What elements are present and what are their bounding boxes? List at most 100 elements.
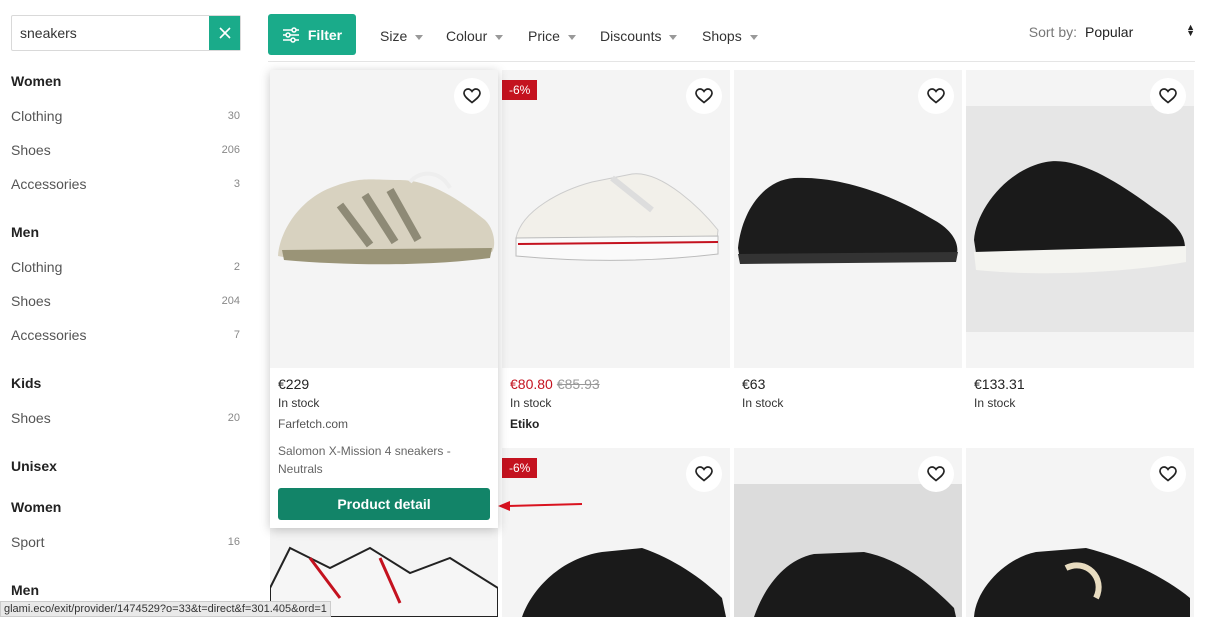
shop-name[interactable]: Farfetch.com bbox=[278, 417, 348, 431]
product-image[interactable] bbox=[734, 70, 962, 368]
discount-badge: -6% bbox=[502, 458, 538, 478]
heart-icon bbox=[695, 466, 713, 482]
sneaker-image bbox=[966, 106, 1194, 332]
stock-status: In stock bbox=[974, 396, 1016, 410]
select-arrows-icon: ▲ ▼ bbox=[1186, 22, 1195, 38]
sidebar-item-women-clothing[interactable]: Clothing 30 bbox=[11, 108, 240, 124]
sneaker-image bbox=[278, 171, 495, 265]
product-card[interactable]: €63 In stock bbox=[734, 70, 962, 440]
sliders-icon bbox=[282, 26, 299, 43]
close-icon bbox=[218, 27, 231, 39]
search-input[interactable] bbox=[12, 16, 209, 50]
product-card[interactable] bbox=[966, 448, 1194, 617]
filter-colour-label: Colour bbox=[446, 28, 488, 44]
category-unisex-men-title[interactable]: Men bbox=[11, 582, 39, 598]
heart-icon bbox=[695, 88, 713, 104]
sidebar-item-unisex-women-sport[interactable]: Sport 16 bbox=[11, 534, 240, 550]
sort-value: Popular bbox=[1085, 24, 1134, 40]
sidebar-item-label: Sport bbox=[11, 534, 45, 550]
filter-button[interactable]: Filter bbox=[268, 14, 356, 55]
filter-size[interactable]: Size bbox=[380, 28, 424, 44]
filter-price[interactable]: Price bbox=[528, 28, 576, 44]
product-image[interactable] bbox=[966, 70, 1194, 368]
product-image[interactable] bbox=[734, 448, 962, 617]
heart-icon bbox=[1159, 466, 1177, 482]
filter-bar: Filter Size Colour Price Discounts Shops… bbox=[268, 0, 1195, 62]
sidebar: Women Clothing 30 Shoes 206 Accessories … bbox=[0, 0, 252, 617]
sidebar-item-label: Shoes bbox=[11, 410, 51, 426]
sidebar-item-men-shoes[interactable]: Shoes 204 bbox=[11, 293, 240, 309]
original-price: €85.93 bbox=[556, 376, 600, 392]
sidebar-item-label: Clothing bbox=[11, 259, 63, 275]
sidebar-item-kids-shoes[interactable]: Shoes 20 bbox=[11, 410, 240, 426]
category-men-title[interactable]: Men bbox=[11, 224, 39, 240]
category-women-title[interactable]: Women bbox=[11, 73, 61, 89]
category-unisex-women-title[interactable]: Women bbox=[11, 499, 61, 515]
sidebar-item-count: 30 bbox=[227, 110, 240, 122]
sidebar-item-men-accessories[interactable]: Accessories 7 bbox=[11, 327, 240, 343]
heart-icon bbox=[1159, 88, 1177, 104]
product-price: €80.80 €85.93 bbox=[510, 376, 600, 392]
filter-shops-label: Shops bbox=[702, 28, 742, 44]
filter-colour[interactable]: Colour bbox=[446, 28, 504, 44]
heart-icon bbox=[927, 466, 945, 482]
clear-search-button[interactable] bbox=[209, 16, 240, 50]
product-card[interactable]: €133.31 In stock bbox=[966, 70, 1194, 440]
product-card[interactable] bbox=[734, 448, 962, 617]
chevron-down-icon bbox=[495, 34, 504, 40]
favorite-button[interactable] bbox=[918, 78, 954, 114]
sort-select[interactable]: Popular ▲ ▼ bbox=[1085, 22, 1195, 41]
sidebar-item-women-shoes[interactable]: Shoes 206 bbox=[11, 142, 240, 158]
sidebar-item-count: 2 bbox=[233, 261, 240, 273]
favorite-button[interactable] bbox=[1150, 78, 1186, 114]
chevron-down-icon bbox=[669, 34, 678, 40]
sidebar-item-women-accessories[interactable]: Accessories 3 bbox=[11, 176, 240, 192]
sidebar-item-label: Accessories bbox=[11, 176, 87, 192]
filter-discounts-label: Discounts bbox=[600, 28, 662, 44]
product-card[interactable]: -6% bbox=[502, 448, 730, 617]
category-kids-title[interactable]: Kids bbox=[11, 375, 41, 391]
chevron-down-icon bbox=[415, 34, 424, 40]
filter-size-label: Size bbox=[380, 28, 408, 44]
favorite-button[interactable] bbox=[686, 78, 722, 114]
sidebar-item-label: Shoes bbox=[11, 142, 51, 158]
favorite-button[interactable] bbox=[686, 456, 722, 492]
sidebar-item-count: 206 bbox=[221, 144, 240, 156]
sidebar-item-count: 20 bbox=[227, 412, 240, 424]
sneaker-image bbox=[738, 177, 958, 264]
sale-price: €80.80 bbox=[510, 376, 553, 392]
sidebar-item-men-clothing[interactable]: Clothing 2 bbox=[11, 259, 240, 275]
sidebar-item-count: 3 bbox=[233, 178, 240, 190]
shop-name[interactable]: Etiko bbox=[510, 417, 539, 431]
product-card[interactable]: -6% €80.80 €85.93 In stock Etiko bbox=[502, 70, 730, 440]
stock-status: In stock bbox=[742, 396, 784, 410]
sidebar-item-count: 7 bbox=[233, 329, 240, 341]
favorite-button[interactable] bbox=[1150, 456, 1186, 492]
product-description: Salomon X-Mission 4 sneakers - Neutrals bbox=[278, 444, 451, 476]
heart-icon bbox=[927, 88, 945, 104]
product-price: €133.31 bbox=[974, 376, 1025, 392]
product-detail-button[interactable]: Product detail bbox=[278, 488, 490, 520]
product-price: €229 bbox=[278, 376, 310, 392]
favorite-button[interactable] bbox=[454, 78, 490, 114]
filter-price-label: Price bbox=[528, 28, 560, 44]
discount-badge: -6% bbox=[502, 80, 538, 100]
filter-button-label: Filter bbox=[307, 26, 343, 43]
page: Women Clothing 30 Shoes 206 Accessories … bbox=[0, 0, 1207, 617]
product-price: €63 bbox=[742, 376, 766, 392]
filter-discounts[interactable]: Discounts bbox=[600, 28, 678, 44]
sidebar-item-label: Shoes bbox=[11, 293, 51, 309]
sort-control[interactable]: Sort by: Popular ▲ ▼ bbox=[1029, 22, 1195, 41]
status-bar-url: glami.eco/exit/provider/1474529?o=33&t=d… bbox=[0, 601, 331, 617]
product-image[interactable] bbox=[966, 448, 1194, 617]
stock-status: In stock bbox=[510, 396, 552, 410]
product-card[interactable]: €229 In stock Farfetch.com Salomon X-Mis… bbox=[270, 70, 498, 528]
favorite-button[interactable] bbox=[918, 456, 954, 492]
product-image[interactable] bbox=[270, 70, 498, 368]
heart-icon bbox=[463, 88, 481, 104]
category-unisex-title[interactable]: Unisex bbox=[11, 458, 57, 474]
filter-shops[interactable]: Shops bbox=[702, 28, 758, 44]
product-image[interactable]: -6% bbox=[502, 448, 730, 617]
sidebar-item-count: 204 bbox=[221, 295, 240, 307]
product-image[interactable]: -6% bbox=[502, 70, 730, 368]
